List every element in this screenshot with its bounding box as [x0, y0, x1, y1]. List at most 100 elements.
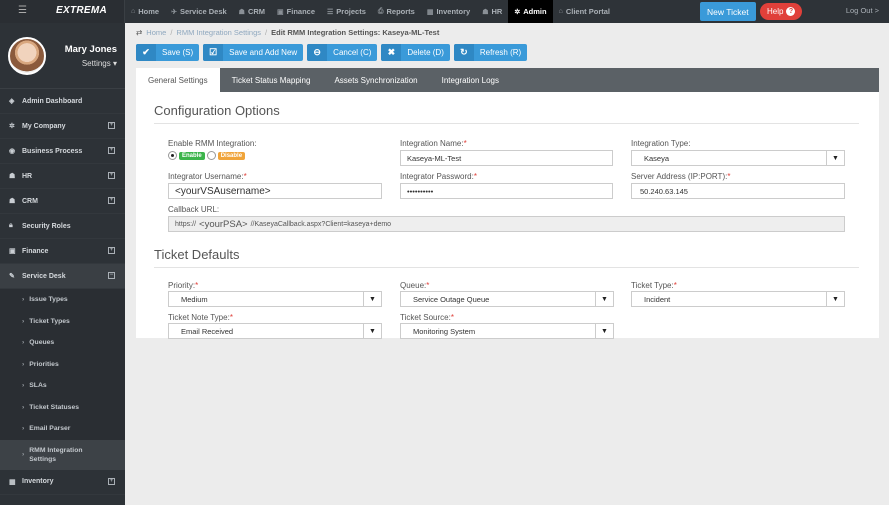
sidebar-item-label: Security Roles — [22, 222, 71, 230]
queue-select[interactable]: Service Outage Queue ▼ — [400, 291, 614, 307]
sidebar-subitem-issue-types[interactable]: › Issue Types — [0, 289, 125, 311]
disable-radio[interactable] — [206, 151, 216, 160]
sidebar-item-service-desk[interactable]: ✎ Service Desk − — [0, 264, 125, 289]
chevron-right-icon: › — [22, 360, 25, 368]
save-and-add-new-button[interactable]: ☑ Save and Add New — [203, 43, 304, 61]
label-text: Ticket Note Type: — [168, 313, 230, 322]
chevron-right-icon: › — [22, 339, 25, 347]
tab-ticket-status-mapping[interactable]: Ticket Status Mapping — [220, 68, 323, 92]
save-button[interactable]: ✔ Save (S) — [136, 43, 200, 61]
chevron-right-icon: › — [22, 403, 25, 411]
nav-label: Reports — [386, 7, 415, 16]
rmm-label-line1: RMM Integration — [29, 446, 83, 454]
nav-admin[interactable]: ✲ Admin — [508, 0, 553, 23]
ticket-type-select[interactable]: Incident ▼ — [631, 291, 845, 307]
integrator-password-input[interactable]: •••••••••• — [400, 183, 613, 199]
sidebar-item-finance[interactable]: ▣ Finance + — [0, 239, 125, 264]
label-text: Queue: — [400, 281, 427, 290]
nav-finance[interactable]: ▣ Finance — [271, 0, 321, 23]
server-address-input[interactable]: 50.240.63.145 — [631, 183, 845, 199]
breadcrumb-rmm[interactable]: RMM Integration Settings — [176, 28, 261, 37]
collapse-icon[interactable]: − — [108, 272, 115, 279]
sidebar-item-label: My Company — [22, 122, 66, 130]
nav-client-portal[interactable]: ⌂ Client Portal — [553, 0, 616, 23]
label-text: Integration Name: — [400, 139, 464, 148]
expand-icon[interactable]: + — [108, 147, 115, 154]
integrator-password-label: Integrator Password:* — [400, 172, 477, 181]
expand-icon[interactable]: + — [108, 122, 115, 129]
integration-name-input[interactable]: Kaseya-ML-Test — [400, 150, 613, 166]
select-value: Service Outage Queue — [413, 294, 490, 304]
caret-down-icon: ▼ — [595, 324, 613, 338]
profile: Mary Jones Settings ▾ — [0, 23, 125, 89]
tab-bar: General Settings Ticket Status Mapping Ass… — [136, 68, 879, 92]
breadcrumb-home[interactable]: Home — [146, 28, 166, 37]
sidebar-item-my-company[interactable]: ✲ My Company + — [0, 114, 125, 139]
nav-service-desk[interactable]: ✈ Service Desk — [165, 0, 233, 23]
tab-assets-synchronization[interactable]: Assets Synchronization — [322, 68, 429, 92]
sidebar-subitem-label: Email Parser — [29, 425, 71, 433]
expand-icon[interactable]: + — [108, 172, 115, 179]
callback-suffix: //KaseyaCallback.aspx?Client=kaseya+demo — [250, 220, 392, 228]
sidebar-subitem-label: SLAs — [29, 382, 47, 390]
nav-projects[interactable]: ☰ Projects — [321, 0, 372, 23]
nav-reports[interactable]: ⎙ Reports — [372, 0, 421, 23]
profile-settings-dropdown[interactable]: Settings ▾ — [55, 59, 117, 68]
nav-crm[interactable]: ☗ CRM — [233, 0, 271, 23]
dashboard-icon: ◈ — [9, 98, 15, 105]
select-value: Medium — [181, 294, 208, 304]
expand-icon[interactable]: + — [108, 197, 115, 204]
integration-type-select[interactable]: Kaseya ▼ — [631, 150, 845, 166]
avatar[interactable] — [8, 37, 46, 75]
sidebar-item-label: Service Desk — [22, 272, 66, 280]
breadcrumb-separator: / — [170, 27, 173, 37]
sidebar-subitem-priorities[interactable]: › Priorities — [0, 353, 125, 375]
sidebar-subitem-rmm-integration-settings[interactable]: › RMM Integration Settings — [0, 439, 125, 470]
nav-hr[interactable]: ☗ HR — [476, 0, 508, 23]
sidebar-item-label: Admin Dashboard — [22, 97, 83, 105]
enable-pill[interactable]: Enable — [179, 151, 205, 160]
sidebar-item-business-process[interactable]: ◉ Business Process + — [0, 139, 125, 164]
sidebar-item-admin-dashboard[interactable]: ◈ Admin Dashboard — [0, 89, 125, 114]
enable-radio[interactable] — [168, 151, 177, 160]
sidebar-subitem-ticket-statuses[interactable]: › Ticket Statuses — [0, 396, 125, 418]
sidebar-subitem-slas[interactable]: › SLAs — [0, 375, 125, 397]
caret-down-icon: ▼ — [363, 292, 381, 306]
sidebar-subitem-ticket-types[interactable]: › Ticket Types — [0, 310, 125, 332]
tab-general-settings[interactable]: General Settings — [136, 68, 220, 92]
queue-label: Queue:* — [400, 281, 429, 290]
tab-integration-logs[interactable]: Integration Logs — [430, 68, 511, 92]
disable-pill[interactable]: Disable — [217, 151, 246, 160]
expand-icon[interactable]: + — [108, 477, 115, 485]
sidebar-item-inventory[interactable]: ▦ Inventory + — [0, 470, 125, 495]
nav-home[interactable]: ⌂ Home — [125, 0, 165, 23]
chevron-right-icon: › — [22, 451, 25, 458]
callback-url-input[interactable]: https:// <yourPSA> //KaseyaCallback.aspx… — [168, 216, 845, 232]
nav-label: Inventory — [436, 7, 471, 16]
ticket-note-type-select[interactable]: Email Received ▼ — [168, 323, 382, 339]
refresh-button[interactable]: ↻ Refresh (R) — [453, 43, 528, 61]
cancel-button[interactable]: ⊖ Cancel (C) — [307, 43, 378, 61]
priority-select[interactable]: Medium ▼ — [168, 291, 382, 307]
sidebar-subitem-email-parser[interactable]: › Email Parser — [0, 418, 125, 440]
integrator-username-input[interactable]: <yourVSAusername> — [168, 183, 382, 199]
delete-button[interactable]: ✖ Delete (D) — [381, 43, 450, 61]
nav-label: Projects — [336, 7, 366, 16]
sidebar-item-crm[interactable]: ☗ CRM + — [0, 189, 125, 214]
required-mark: * — [195, 281, 199, 290]
label-text: Server Address (IP:PORT): — [631, 172, 728, 181]
help-button[interactable]: Help ? — [760, 3, 803, 20]
sidebar-item-security-roles[interactable]: 🔒︎ Security Roles — [0, 214, 125, 239]
server-address-label: Server Address (IP:PORT):* — [631, 172, 730, 181]
menu-toggle-icon[interactable]: ☰ — [18, 5, 27, 16]
nav-inventory[interactable]: ▦ Inventory — [421, 0, 476, 23]
new-ticket-button[interactable]: New Ticket — [700, 2, 756, 21]
logout-link[interactable]: Log Out > — [846, 6, 879, 15]
ticket-source-select[interactable]: Monitoring System ▼ — [400, 323, 614, 339]
sidebar-item-hr[interactable]: ☗ HR + — [0, 164, 125, 189]
required-mark: * — [673, 281, 677, 290]
sidebar-subitem-queues[interactable]: › Queues — [0, 332, 125, 354]
sidebar-subitem-label: Ticket Statuses — [29, 403, 80, 411]
select-value: Kaseya — [644, 153, 670, 163]
expand-icon[interactable]: + — [108, 247, 115, 254]
